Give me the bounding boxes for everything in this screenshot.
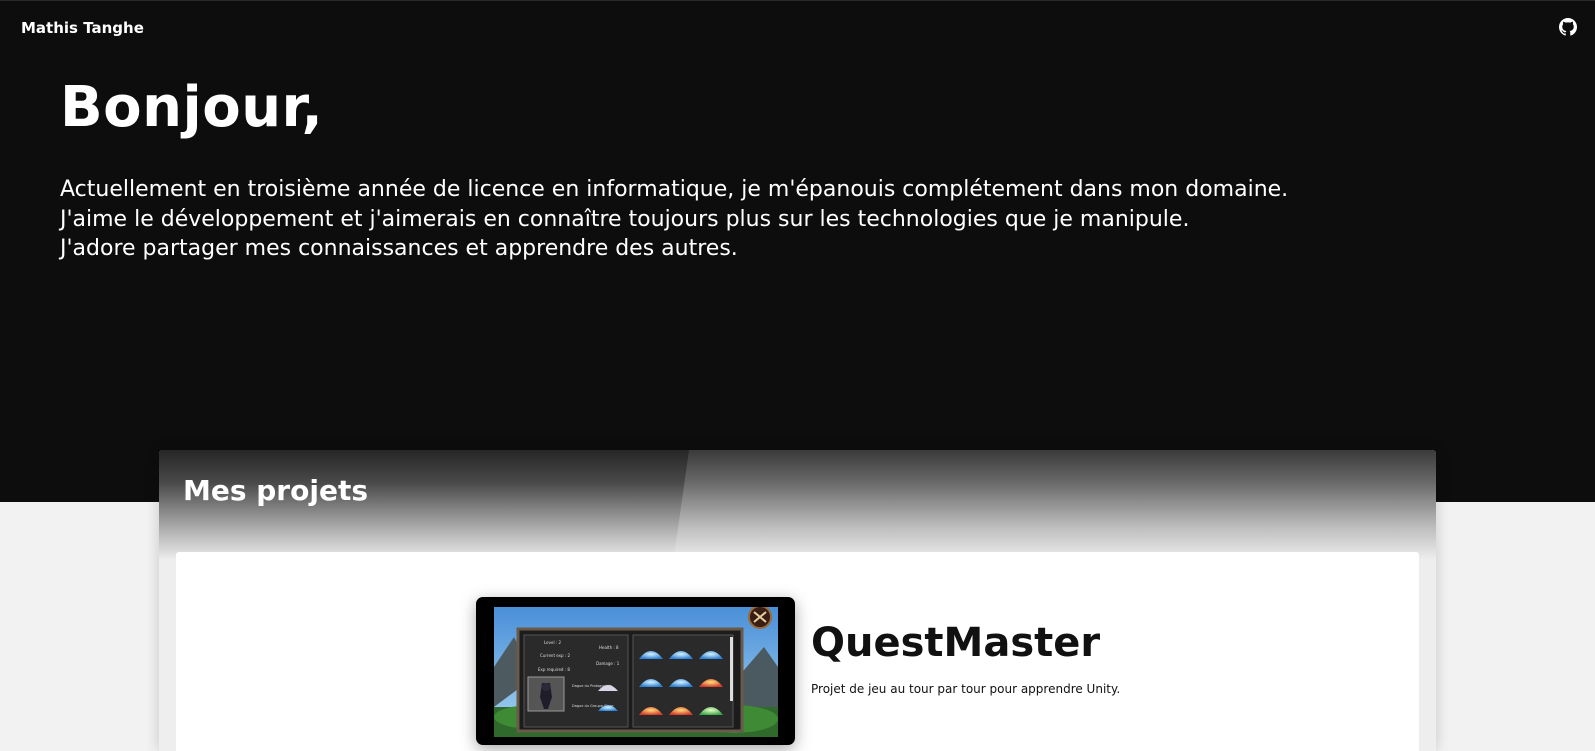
project-title[interactable]: QuestMaster	[811, 620, 1100, 666]
project-description: Projet de jeu au tour par tour pour appr…	[811, 682, 1121, 696]
projects-card: Mes projets Level: 2 Health: 8 Current…	[159, 450, 1436, 751]
project-item: Level : 2 Health : 8 Current exp : 2 Dam…	[176, 552, 1419, 751]
project-thumbnail[interactable]: Level : 2 Health : 8 Current exp : 2 Dam…	[476, 597, 795, 745]
hero-section: Mathis Tanghe Bonjour, Actuellement en t…	[0, 0, 1595, 502]
intro-line: Actuellement en troisième année de licen…	[60, 177, 1289, 202]
intro-line: J'aime le développement et j'aimerais en…	[60, 206, 1190, 232]
stat-damage: Damage : 1	[596, 661, 620, 666]
intro-line: J'adore partager mes connaissances et ap…	[60, 236, 738, 261]
stat-exp-required: Exp required : 8	[538, 667, 570, 672]
hero-title: Bonjour,	[60, 75, 324, 140]
projects-title: Mes projets	[183, 474, 368, 507]
intro-text: Actuellement en troisième année de licen…	[60, 175, 1400, 264]
stat-level: Level : 2	[544, 640, 561, 645]
github-icon[interactable]	[1559, 18, 1577, 36]
game-screenshot: Level : 2 Health : 8 Current exp : 2 Dam…	[494, 607, 778, 737]
stat-health: Health : 8	[599, 645, 619, 650]
stat-current-exp: Current exp : 2	[540, 653, 570, 658]
projects-header: Mes projets	[159, 450, 1436, 560]
brand-name[interactable]: Mathis Tanghe	[21, 19, 144, 37]
